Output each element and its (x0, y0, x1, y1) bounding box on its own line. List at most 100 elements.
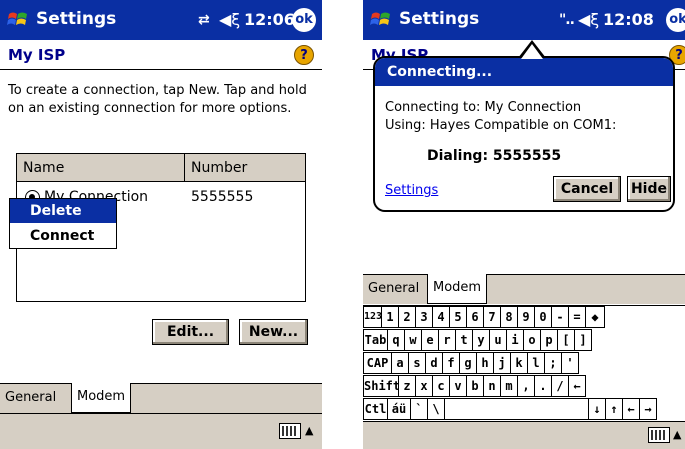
key-tab[interactable]: Tab (363, 329, 388, 351)
key-y[interactable]: y (472, 329, 490, 351)
key-f[interactable]: f (442, 352, 460, 374)
input-menu-arrow-icon[interactable]: ▲ (305, 424, 313, 437)
key-ctrl[interactable]: Ctl (363, 398, 388, 420)
key-u[interactable]: u (489, 329, 507, 351)
key-a[interactable]: a (391, 352, 409, 374)
ok-button[interactable]: ok (666, 8, 685, 32)
key-t[interactable]: t (455, 329, 473, 351)
key-equals[interactable]: = (568, 306, 586, 328)
settings-link[interactable]: Settings (385, 183, 438, 198)
command-bar: ▲ (0, 413, 322, 449)
key-accents[interactable]: áü (387, 398, 411, 420)
dialing-status: Dialing: 5555555 (427, 148, 562, 164)
new-button[interactable]: New... (239, 319, 308, 345)
keyboard-icon[interactable] (279, 423, 301, 439)
screen-my-isp: Settings ⇄ ◀ξ 12:06 ok My ISP ? To creat… (0, 0, 322, 449)
key-6[interactable]: 6 (466, 306, 484, 328)
key-s[interactable]: s (408, 352, 426, 374)
context-menu: Delete Connect (9, 198, 117, 249)
tab-modem[interactable]: Modem (427, 274, 488, 304)
cancel-button[interactable]: Cancel (553, 176, 621, 202)
key-shift[interactable]: Shift (363, 375, 400, 397)
key-123[interactable]: 123 (363, 306, 382, 328)
key-w[interactable]: w (404, 329, 422, 351)
instructions-text: To create a connection, tap New. Tap and… (8, 83, 307, 116)
key-backslash[interactable]: \ (427, 398, 445, 420)
key-l[interactable]: l (527, 352, 545, 374)
key-b[interactable]: b (466, 375, 484, 397)
column-header-name[interactable]: Name (17, 154, 185, 182)
app-title: Settings (36, 9, 117, 29)
key-slash[interactable]: / (551, 375, 569, 397)
windows-flag-icon[interactable] (369, 8, 393, 32)
key-7[interactable]: 7 (483, 306, 501, 328)
key-space[interactable] (444, 398, 589, 420)
key-9[interactable]: 9 (517, 306, 535, 328)
keyboard-row-2: Tab q w e r t y u i o p [ ] (363, 329, 685, 352)
key-g[interactable]: g (459, 352, 477, 374)
windows-flag-icon[interactable] (6, 8, 30, 32)
title-bar: Settings ⇄ ◀ξ 12:06 ok (0, 0, 322, 40)
ok-button[interactable]: ok (292, 8, 316, 32)
key-k[interactable]: k (510, 352, 528, 374)
key-2[interactable]: 2 (398, 306, 416, 328)
key-8[interactable]: 8 (500, 306, 518, 328)
key-4[interactable]: 4 (432, 306, 450, 328)
input-menu-arrow-icon[interactable]: ▲ (673, 428, 681, 441)
keyboard-row-1: 123 1 2 3 4 5 6 7 8 9 0 - = ◆ (363, 306, 685, 329)
arrow-right-icon[interactable]: → (639, 398, 657, 420)
dialog-title: Connecting... (375, 58, 673, 86)
key-i[interactable]: i (506, 329, 524, 351)
key-backtick[interactable]: ` (410, 398, 428, 420)
tab-strip: General Modem (363, 274, 685, 304)
arrow-left-icon[interactable]: ← (622, 398, 640, 420)
key-x[interactable]: x (415, 375, 433, 397)
key-o[interactable]: o (523, 329, 541, 351)
key-p[interactable]: p (540, 329, 558, 351)
clock[interactable]: 12:08 (603, 10, 654, 29)
backspace-icon[interactable]: ◆ (585, 306, 605, 328)
tab-modem[interactable]: Modem (71, 383, 132, 413)
key-period[interactable]: . (534, 375, 552, 397)
clock[interactable]: 12:06 (244, 10, 295, 29)
help-icon[interactable]: ? (294, 45, 314, 65)
key-n[interactable]: n (483, 375, 501, 397)
key-semicolon[interactable]: ; (544, 352, 562, 374)
speaker-icon[interactable]: ◀ξ (219, 10, 240, 29)
key-1[interactable]: 1 (381, 306, 399, 328)
menu-item-delete[interactable]: Delete (10, 199, 116, 223)
key-comma[interactable]: , (517, 375, 535, 397)
key-0[interactable]: 0 (534, 306, 552, 328)
key-d[interactable]: d (425, 352, 443, 374)
key-left-bracket[interactable]: [ (557, 329, 575, 351)
key-c[interactable]: c (432, 375, 450, 397)
connectivity-icon[interactable]: ⇄ (198, 12, 210, 28)
key-r[interactable]: r (438, 329, 456, 351)
edit-button[interactable]: Edit... (152, 319, 229, 345)
speaker-icon[interactable]: ◀ξ (578, 10, 599, 29)
key-right-bracket[interactable]: ] (574, 329, 592, 351)
key-quote[interactable]: ' (561, 352, 579, 374)
key-3[interactable]: 3 (415, 306, 433, 328)
arrow-down-icon[interactable]: ↓ (588, 398, 606, 420)
key-m[interactable]: m (500, 375, 518, 397)
key-z[interactable]: z (398, 375, 416, 397)
column-header-number[interactable]: Number (185, 154, 305, 182)
enter-icon[interactable]: ← (568, 375, 586, 397)
key-minus[interactable]: - (551, 306, 569, 328)
connectivity-icon[interactable]: ".. (559, 12, 575, 28)
tab-general[interactable]: General (0, 383, 62, 413)
keyboard-row-5: Ctl áü ` \ ↓ ↑ ← → (363, 398, 685, 421)
keyboard-icon[interactable] (648, 427, 670, 443)
key-5[interactable]: 5 (449, 306, 467, 328)
key-v[interactable]: v (449, 375, 467, 397)
tab-general[interactable]: General (363, 274, 425, 304)
menu-item-connect[interactable]: Connect (10, 224, 116, 248)
arrow-up-icon[interactable]: ↑ (605, 398, 623, 420)
key-caps[interactable]: CAP (363, 352, 392, 374)
hide-button[interactable]: Hide (627, 176, 671, 202)
key-j[interactable]: j (493, 352, 511, 374)
key-h[interactable]: h (476, 352, 494, 374)
key-q[interactable]: q (387, 329, 405, 351)
key-e[interactable]: e (421, 329, 439, 351)
